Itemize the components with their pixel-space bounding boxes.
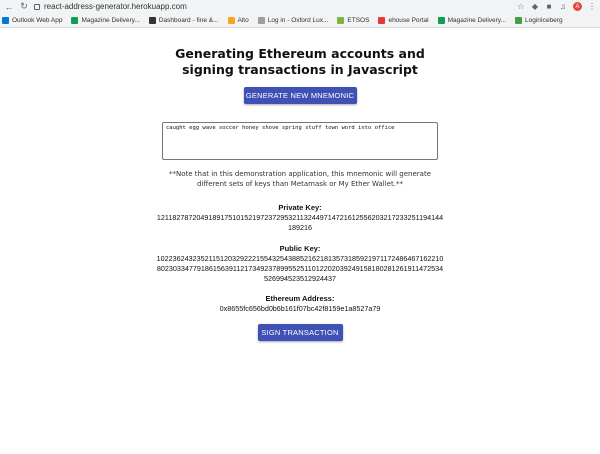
bookmark-favicon-icon — [378, 16, 386, 24]
extension-icon[interactable]: ◆ — [531, 2, 539, 11]
bookmark-favicon-icon — [337, 16, 345, 24]
bookmark-label: Magazine Delivery... — [81, 16, 140, 24]
bookmark-label: ETSOS — [347, 16, 370, 24]
bookmark-label: ehouse Portal — [388, 16, 429, 24]
bookmark-favicon-icon — [71, 16, 79, 24]
bookmark-label: Dashboard - fine &... — [158, 16, 219, 24]
page-content: Generating Ethereum accounts and signing… — [0, 46, 600, 341]
public-key-label: Public Key: — [279, 244, 321, 253]
lock-icon — [34, 3, 40, 10]
bookmark-item[interactable]: Magazine Delivery... — [71, 16, 140, 24]
bookmark-favicon-icon — [227, 16, 235, 24]
bookmark-favicon-icon — [437, 16, 445, 24]
sign-transaction-button[interactable]: SIGN TRANSACTION — [257, 324, 343, 341]
omnibox[interactable]: react-address-generator.herokuapp.com — [34, 2, 512, 11]
public-key-value: 1022362432352115120329222155432543885216… — [156, 254, 444, 283]
bookmark-label: LoginIceberg — [524, 16, 563, 24]
bookmark-label: Alto — [237, 16, 249, 24]
bookmarks-bar: Outlook Web App Magazine Delivery... Dashb… — [0, 13, 600, 27]
bookmark-item[interactable]: Alto — [227, 16, 249, 24]
private-key-value: 1211827872049189175101521972372953211324… — [156, 213, 444, 232]
bookmark-item[interactable]: Magazine Delivery... — [437, 16, 506, 24]
bookmark-item[interactable]: Dashboard - fine &... — [148, 16, 219, 24]
bookmark-favicon-icon — [514, 16, 522, 24]
bookmark-favicon-icon — [148, 16, 156, 24]
bookmark-item[interactable]: Log in - Oxford Lux... — [257, 16, 329, 24]
ethereum-address-label: Ethereum Address: — [265, 294, 335, 303]
bookmark-favicon-icon — [257, 16, 265, 24]
bookmark-item[interactable]: Outlook Web App — [2, 16, 63, 24]
bookmark-item[interactable]: ehouse Portal — [378, 16, 429, 24]
menu-dots-icon[interactable]: ⋮ — [588, 2, 596, 11]
page-title: Generating Ethereum accounts and signing… — [175, 46, 425, 77]
back-arrow-icon[interactable]: ← — [4, 2, 14, 12]
bookmark-label: Outlook Web App — [12, 16, 63, 24]
bookmark-favicon-icon — [2, 16, 9, 24]
ethereum-address-value: 0x8655fc656bd0b6b161f07bc42f8159e1a8527a… — [219, 304, 381, 313]
reload-icon[interactable]: ↻ — [19, 1, 29, 12]
star-icon[interactable]: ☆ — [517, 2, 525, 11]
generate-mnemonic-button[interactable]: GENERATE NEW MNEMONIC — [243, 87, 357, 104]
browser-chrome: ← ↻ react-address-generator.herokuapp.co… — [0, 0, 600, 28]
media-icon[interactable]: ♫ — [559, 2, 567, 11]
bookmark-item[interactable]: ETSOS — [337, 16, 370, 24]
mnemonic-note: **Note that in this demonstration applic… — [169, 170, 431, 188]
mnemonic-textarea[interactable]: caught egg wave soccer honey shove sprin… — [162, 122, 438, 160]
profile-avatar[interactable]: A — [573, 2, 582, 11]
bookmark-label: Magazine Delivery... — [447, 16, 506, 24]
puzzle-icon[interactable]: ■ — [545, 2, 553, 11]
bookmark-item[interactable]: LoginIceberg — [514, 16, 563, 24]
address-bar: ← ↻ react-address-generator.herokuapp.co… — [0, 0, 600, 13]
url-text: react-address-generator.herokuapp.com — [44, 2, 187, 11]
bookmark-label: Log in - Oxford Lux... — [267, 16, 329, 24]
private-key-label: Private Key: — [278, 203, 322, 212]
